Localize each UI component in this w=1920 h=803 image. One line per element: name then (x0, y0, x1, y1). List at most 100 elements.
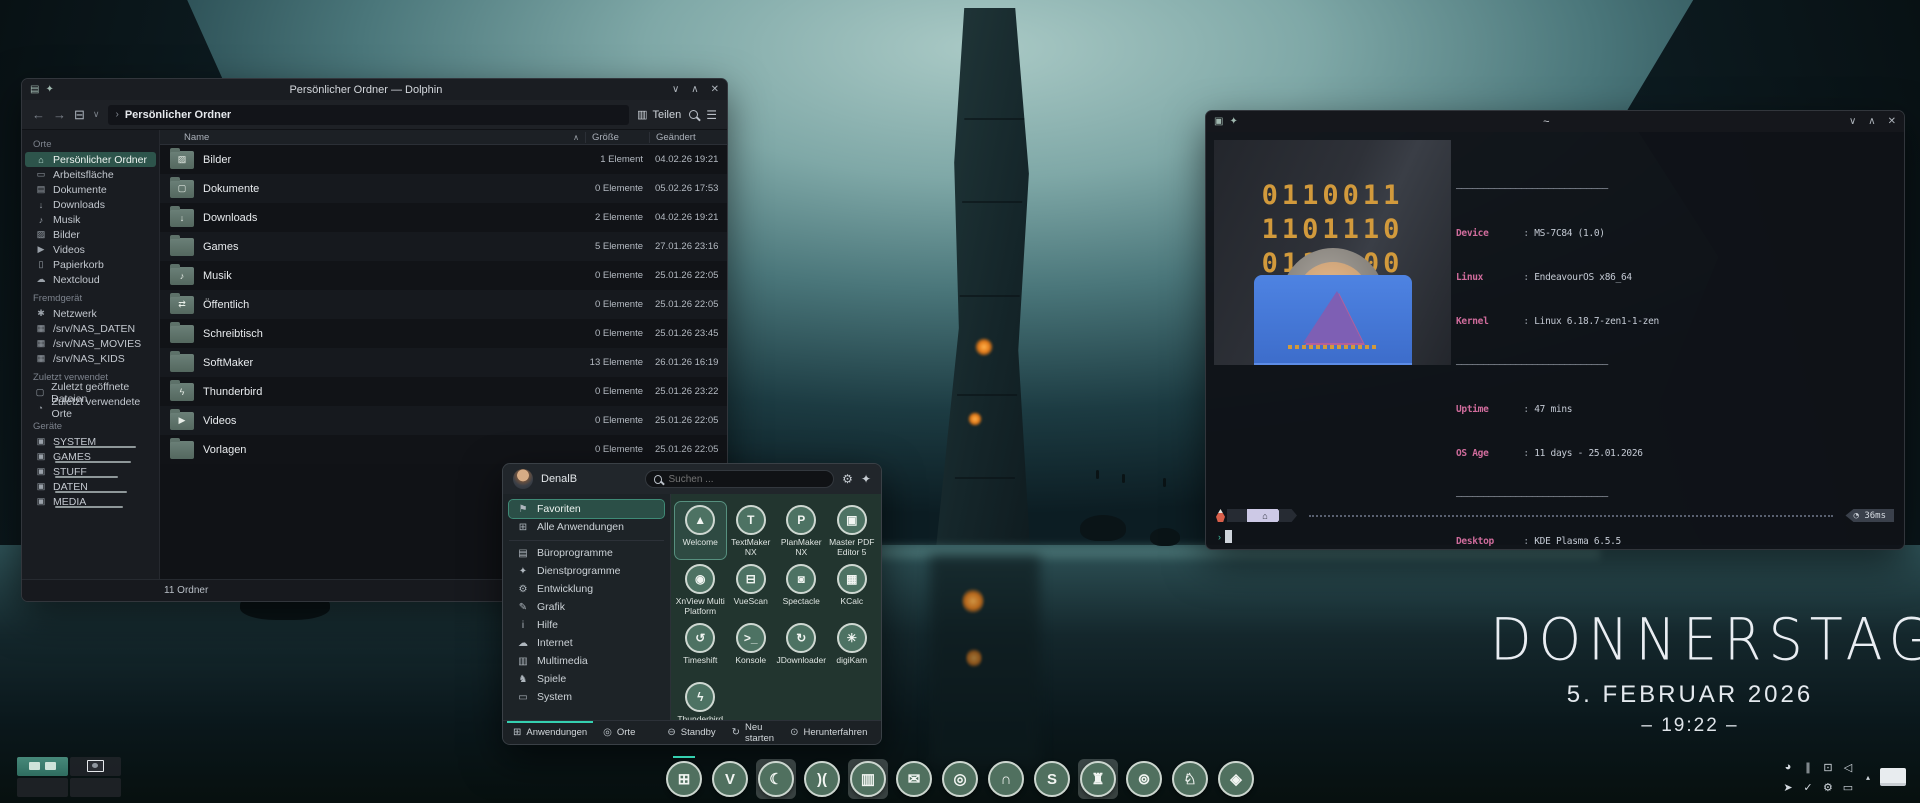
dock-item[interactable]: )( (802, 759, 842, 799)
dock-app-icon[interactable]: ♘ (1172, 761, 1208, 797)
table-row[interactable]: ▨ Bilder 1 Element 04.02.26 19:21 (160, 145, 727, 174)
sidebar-item[interactable]: ▣ MEDIA (25, 494, 156, 509)
table-row[interactable]: ϟ Thunderbird 0 Elemente 25.01.26 23:22 (160, 377, 727, 406)
dock-item[interactable]: ♜ (1078, 759, 1118, 799)
standby-button[interactable]: ⊖ Standby (667, 721, 715, 744)
app-tile[interactable]: ▲ Welcome (675, 502, 726, 559)
sidebar-item[interactable]: ♪ Musik (25, 212, 156, 227)
app-tile[interactable]: ⊟ VueScan (726, 561, 777, 618)
sidebar-item[interactable]: ☁ Nextcloud (25, 272, 156, 287)
column-modified[interactable]: Geändert (649, 132, 727, 143)
app-tile[interactable]: ▦ KCalc (827, 561, 878, 618)
maximize-button[interactable]: ∧ (691, 84, 698, 95)
sidebar-item[interactable]: ▤ Dokumente (25, 182, 156, 197)
tray-icon[interactable]: ▭ (1840, 779, 1856, 795)
category-item[interactable]: i Hilfe (509, 616, 664, 634)
minimize-button[interactable]: ∨ (672, 84, 679, 95)
dock-app-icon[interactable]: ☾ (758, 761, 794, 797)
search-input[interactable] (668, 474, 825, 485)
table-row[interactable]: ▢ Dokumente 0 Elemente 05.02.26 17:53 (160, 174, 727, 203)
desktop-3[interactable] (17, 778, 68, 797)
dock-app-icon[interactable]: )( (804, 761, 840, 797)
category-item[interactable]: ⊞ Alle Anwendungen (509, 518, 664, 536)
sidebar-item[interactable]: ▦ /srv/NAS_MOVIES (25, 336, 156, 351)
breadcrumb[interactable]: › Persönlicher Ordner (108, 105, 630, 125)
sidebar-item[interactable]: ▯ Papierkorb (25, 257, 156, 272)
dock-app-icon[interactable]: ⊚ (1126, 761, 1162, 797)
sidebar-item[interactable]: ▦ /srv/NAS_KIDS (25, 351, 156, 366)
category-item[interactable]: ♞ Spiele (509, 670, 664, 688)
sidebar-item[interactable]: ✱ Netzwerk (25, 306, 156, 321)
tab-places[interactable]: ◎ Orte (603, 721, 635, 744)
sidebar-item[interactable]: ⌂ Persönlicher Ordner (25, 152, 156, 167)
table-row[interactable]: Schreibtisch 0 Elemente 25.01.26 23:45 (160, 319, 727, 348)
sidebar-item[interactable]: ▣ GAMES (25, 449, 156, 464)
app-tile[interactable]: ◉ XnView Multi Platform (675, 561, 726, 618)
sidebar-item[interactable]: ◔ Zuletzt verwendete Orte (25, 400, 156, 415)
app-tile[interactable]: ▣ Master PDF Editor 5 (827, 502, 878, 559)
category-item[interactable]: ▥ Multimedia (509, 652, 664, 670)
tray-expand-icon[interactable]: ▴ (1866, 773, 1870, 782)
tray-icon[interactable]: ✓ (1800, 779, 1816, 795)
app-tile[interactable]: ↻ JDownloader (776, 620, 827, 677)
close-button[interactable]: ✕ (711, 84, 719, 95)
category-item[interactable]: ☁ Internet (509, 634, 664, 652)
app-tile[interactable]: ◙ Spectacle (776, 561, 827, 618)
dock-item[interactable]: ♘ (1170, 759, 1210, 799)
desktop-2[interactable] (70, 757, 121, 776)
dock-item[interactable]: S (1032, 759, 1072, 799)
tray-icon[interactable]: ∥ (1800, 759, 1816, 775)
dock-item[interactable]: V (710, 759, 750, 799)
dock-app-icon[interactable]: S (1034, 761, 1070, 797)
tray-icon[interactable]: ◁ (1840, 759, 1856, 775)
desktop-4[interactable] (70, 778, 121, 797)
table-row[interactable]: ♪ Musik 0 Elemente 25.01.26 22:05 (160, 261, 727, 290)
sidebar-item[interactable]: ▭ Arbeitsfläche (25, 167, 156, 182)
dock-item[interactable]: ∩ (986, 759, 1026, 799)
dock-app-icon[interactable]: ✉ (896, 761, 932, 797)
category-item[interactable]: ⚑ Favoriten (509, 500, 664, 518)
terminal-content[interactable]: 0110011 1101110 0110100 1001001 ──── (1206, 132, 1904, 549)
pin-icon[interactable]: ✦ (861, 472, 871, 486)
search-icon[interactable] (689, 110, 698, 119)
back-button[interactable]: ← (32, 107, 45, 122)
split-view-button[interactable]: ▥ Teilen (637, 108, 681, 121)
column-size[interactable]: Größe (585, 132, 649, 143)
sidebar-item[interactable]: ▨ Bilder (25, 227, 156, 242)
sidebar-item[interactable]: ▣ DATEN (25, 479, 156, 494)
tree-view-icon[interactable]: ⊟ (74, 107, 85, 123)
column-name[interactable]: Name∧ (160, 132, 585, 143)
sidebar-item[interactable]: ▣ STUFF (25, 464, 156, 479)
app-tile[interactable]: ↺ Timeshift (675, 620, 726, 677)
gear-icon[interactable]: ⚙ (842, 472, 853, 486)
category-item[interactable]: ✎ Grafik (509, 598, 664, 616)
sidebar-item[interactable]: Orte (25, 137, 156, 152)
table-row[interactable]: ⇄ Öffentlich 0 Elemente 25.01.26 22:05 (160, 290, 727, 319)
dock-item[interactable]: ⊞ (664, 759, 704, 799)
cursor-line[interactable]: › (1218, 530, 1232, 543)
shutdown-button[interactable]: ⊙ Herunterfahren (790, 721, 867, 744)
table-row[interactable]: Games 5 Elemente 27.01.26 23:16 (160, 232, 727, 261)
app-tile[interactable]: T TextMaker NX (726, 502, 777, 559)
breadcrumb-location[interactable]: Persönlicher Ordner (125, 109, 231, 121)
tray-icon[interactable]: ⚙ (1820, 779, 1836, 795)
avatar[interactable] (513, 469, 533, 489)
dock-app-icon[interactable]: ◎ (942, 761, 978, 797)
sidebar-item[interactable]: ▣ SYSTEM (25, 434, 156, 449)
restart-button[interactable]: ↻ Neu starten (732, 721, 774, 744)
tray-icon[interactable]: ➤ (1780, 779, 1796, 795)
dock-item[interactable]: ✉ (894, 759, 934, 799)
pin-icon[interactable]: ✦ (45, 84, 53, 95)
sidebar-item[interactable]: ↓ Downloads (25, 197, 156, 212)
dock-app-icon[interactable]: V (712, 761, 748, 797)
category-item[interactable]: ▤ Büroprogramme (509, 544, 664, 562)
table-row[interactable]: SoftMaker 13 Elemente 26.01.26 16:19 (160, 348, 727, 377)
maximize-button[interactable]: ∧ (1868, 116, 1875, 127)
category-item[interactable]: ⚙ Entwicklung (509, 580, 664, 598)
hamburger-menu-icon[interactable]: ☰ (706, 108, 717, 122)
search-field[interactable] (645, 470, 834, 488)
sidebar-item[interactable]: Geräte (25, 419, 156, 434)
tray-icon[interactable]: ◕ (1780, 759, 1796, 775)
sidebar-item[interactable]: ▦ /srv/NAS_DATEN (25, 321, 156, 336)
desktop-1[interactable] (17, 757, 68, 776)
